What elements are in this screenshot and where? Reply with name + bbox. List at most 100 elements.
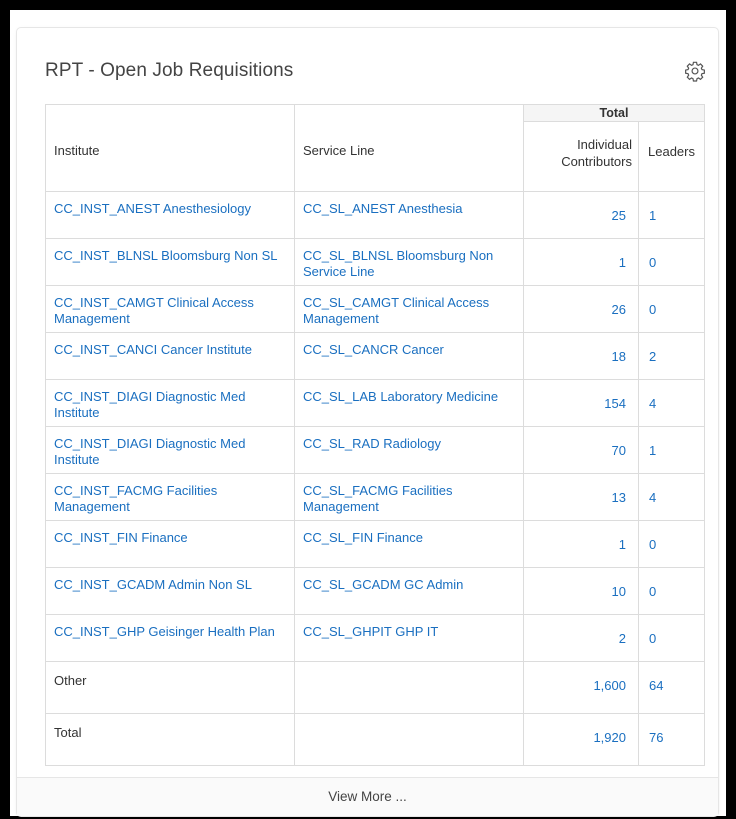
institute-link[interactable]: CC_INST_FIN Finance <box>54 530 188 545</box>
individual-contributors-cell: 70 <box>523 426 639 474</box>
report-card: RPT - Open Job Requisitions Institute Se… <box>17 28 718 816</box>
individual-contributors-link[interactable]: 13 <box>612 490 626 505</box>
leaders-link[interactable]: 0 <box>649 631 656 646</box>
individual-contributors-link[interactable]: 70 <box>612 443 626 458</box>
gear-icon[interactable] <box>684 60 706 82</box>
service-line-link[interactable]: CC_SL_LAB Laboratory Medicine <box>303 389 498 404</box>
empty-cell <box>294 661 524 714</box>
column-header-service-line[interactable]: Service Line <box>294 104 524 192</box>
column-group-total: Total <box>523 104 705 122</box>
column-header-individual-contributors[interactable]: Individual Contributors <box>523 121 639 192</box>
window-frame: RPT - Open Job Requisitions Institute Se… <box>10 10 726 816</box>
service-line-link[interactable]: CC_SL_CANCR Cancer <box>303 342 444 357</box>
leaders-link[interactable]: 2 <box>649 349 656 364</box>
institute-link[interactable]: CC_INST_DIAGI Diagnostic Med Institute <box>54 389 245 420</box>
institute-cell: CC_INST_DIAGI Diagnostic Med Institute <box>45 379 295 427</box>
leaders-link[interactable]: 0 <box>649 537 656 552</box>
column-header-leaders[interactable]: Leaders <box>638 121 705 192</box>
leaders-cell: 0 <box>638 238 705 286</box>
leaders-link[interactable]: 4 <box>649 490 656 505</box>
service-line-link[interactable]: CC_SL_BLNSL Bloomsburg Non Service Line <box>303 248 493 279</box>
service-line-cell: CC_SL_FACMG Facilities Management <box>294 473 524 521</box>
institute-cell: CC_INST_CANCI Cancer Institute <box>45 332 295 380</box>
institute-cell: CC_INST_BLNSL Bloomsburg Non SL <box>45 238 295 286</box>
individual-contributors-cell: 26 <box>523 285 639 333</box>
table-row: CC_INST_CAMGT Clinical Access Management… <box>45 285 705 333</box>
service-line-link[interactable]: CC_SL_ANEST Anesthesia <box>303 201 462 216</box>
individual-contributors-cell: 18 <box>523 332 639 380</box>
leaders-link[interactable]: 64 <box>649 678 663 693</box>
institute-link[interactable]: CC_INST_FACMG Facilities Management <box>54 483 217 514</box>
table-row: CC_INST_DIAGI Diagnostic Med Institute C… <box>45 379 705 427</box>
service-line-link[interactable]: CC_SL_GCADM GC Admin <box>303 577 463 592</box>
institute-link[interactable]: CC_INST_CAMGT Clinical Access Management <box>54 295 254 326</box>
table-row: CC_INST_CANCI Cancer Institute CC_SL_CAN… <box>45 332 705 380</box>
service-line-link[interactable]: CC_SL_RAD Radiology <box>303 436 441 451</box>
institute-cell: CC_INST_ANEST Anesthesiology <box>45 191 295 239</box>
table-row: CC_INST_FACMG Facilities Management CC_S… <box>45 473 705 521</box>
individual-contributors-link[interactable]: 1,600 <box>593 678 626 693</box>
leaders-link[interactable]: 1 <box>649 208 656 223</box>
leaders-cell: 0 <box>638 614 705 662</box>
leaders-cell: 2 <box>638 332 705 380</box>
table-row: CC_INST_GCADM Admin Non SL CC_SL_GCADM G… <box>45 567 705 615</box>
service-line-link[interactable]: CC_SL_CAMGT Clinical Access Management <box>303 295 489 326</box>
leaders-cell: 0 <box>638 567 705 615</box>
service-line-link[interactable]: CC_SL_GHPIT GHP IT <box>303 624 438 639</box>
card-header: RPT - Open Job Requisitions <box>17 28 718 94</box>
leaders-link[interactable]: 76 <box>649 730 663 745</box>
institute-link[interactable]: CC_INST_GHP Geisinger Health Plan <box>54 624 275 639</box>
institute-cell: CC_INST_GCADM Admin Non SL <box>45 567 295 615</box>
institute-cell: CC_INST_CAMGT Clinical Access Management <box>45 285 295 333</box>
individual-contributors-link[interactable]: 10 <box>612 584 626 599</box>
individual-contributors-link[interactable]: 2 <box>619 631 626 646</box>
individual-contributors-link[interactable]: 1 <box>619 255 626 270</box>
service-line-cell: CC_SL_ANEST Anesthesia <box>294 191 524 239</box>
leaders-cell: 64 <box>638 661 705 714</box>
total-label: Total <box>45 713 295 766</box>
institute-link[interactable]: CC_INST_ANEST Anesthesiology <box>54 201 251 216</box>
service-line-link[interactable]: CC_SL_FACMG Facilities Management <box>303 483 453 514</box>
leaders-link[interactable]: 0 <box>649 255 656 270</box>
service-line-cell: CC_SL_BLNSL Bloomsburg Non Service Line <box>294 238 524 286</box>
table-row-other: Other 1,600 64 <box>45 661 705 714</box>
individual-contributors-link[interactable]: 18 <box>612 349 626 364</box>
leaders-cell: 0 <box>638 285 705 333</box>
institute-link[interactable]: CC_INST_BLNSL Bloomsburg Non SL <box>54 248 278 263</box>
leaders-cell: 4 <box>638 473 705 521</box>
leaders-link[interactable]: 4 <box>649 396 656 411</box>
institute-cell: CC_INST_FIN Finance <box>45 520 295 568</box>
service-line-cell: CC_SL_FIN Finance <box>294 520 524 568</box>
leaders-cell: 4 <box>638 379 705 427</box>
institute-cell: CC_INST_DIAGI Diagnostic Med Institute <box>45 426 295 474</box>
institute-link[interactable]: CC_INST_DIAGI Diagnostic Med Institute <box>54 436 245 467</box>
other-label: Other <box>45 661 295 714</box>
leaders-cell: 0 <box>638 520 705 568</box>
leaders-link[interactable]: 0 <box>649 302 656 317</box>
leaders-link[interactable]: 1 <box>649 443 656 458</box>
view-more-button[interactable]: View More ... <box>17 777 718 816</box>
column-header-institute[interactable]: Institute <box>45 104 295 192</box>
service-line-cell: CC_SL_CANCR Cancer <box>294 332 524 380</box>
leaders-cell: 1 <box>638 426 705 474</box>
service-line-cell: CC_SL_LAB Laboratory Medicine <box>294 379 524 427</box>
individual-contributors-cell: 1 <box>523 520 639 568</box>
individual-contributors-cell: 10 <box>523 567 639 615</box>
service-line-cell: CC_SL_GCADM GC Admin <box>294 567 524 615</box>
institute-link[interactable]: CC_INST_GCADM Admin Non SL <box>54 577 252 592</box>
individual-contributors-link[interactable]: 1,920 <box>593 730 626 745</box>
individual-contributors-link[interactable]: 25 <box>612 208 626 223</box>
individual-contributors-link[interactable]: 1 <box>619 537 626 552</box>
individual-contributors-link[interactable]: 154 <box>604 396 626 411</box>
service-line-link[interactable]: CC_SL_FIN Finance <box>303 530 423 545</box>
leaders-link[interactable]: 0 <box>649 584 656 599</box>
table-row: CC_INST_ANEST Anesthesiology CC_SL_ANEST… <box>45 191 705 239</box>
table-row-total: Total 1,920 76 <box>45 713 705 766</box>
table-row: CC_INST_FIN Finance CC_SL_FIN Finance 1 … <box>45 520 705 568</box>
individual-contributors-link[interactable]: 26 <box>612 302 626 317</box>
institute-cell: CC_INST_GHP Geisinger Health Plan <box>45 614 295 662</box>
individual-contributors-cell: 2 <box>523 614 639 662</box>
individual-contributors-cell: 1 <box>523 238 639 286</box>
requisitions-table: Institute Service Line Total Individual … <box>45 104 705 766</box>
institute-link[interactable]: CC_INST_CANCI Cancer Institute <box>54 342 252 357</box>
